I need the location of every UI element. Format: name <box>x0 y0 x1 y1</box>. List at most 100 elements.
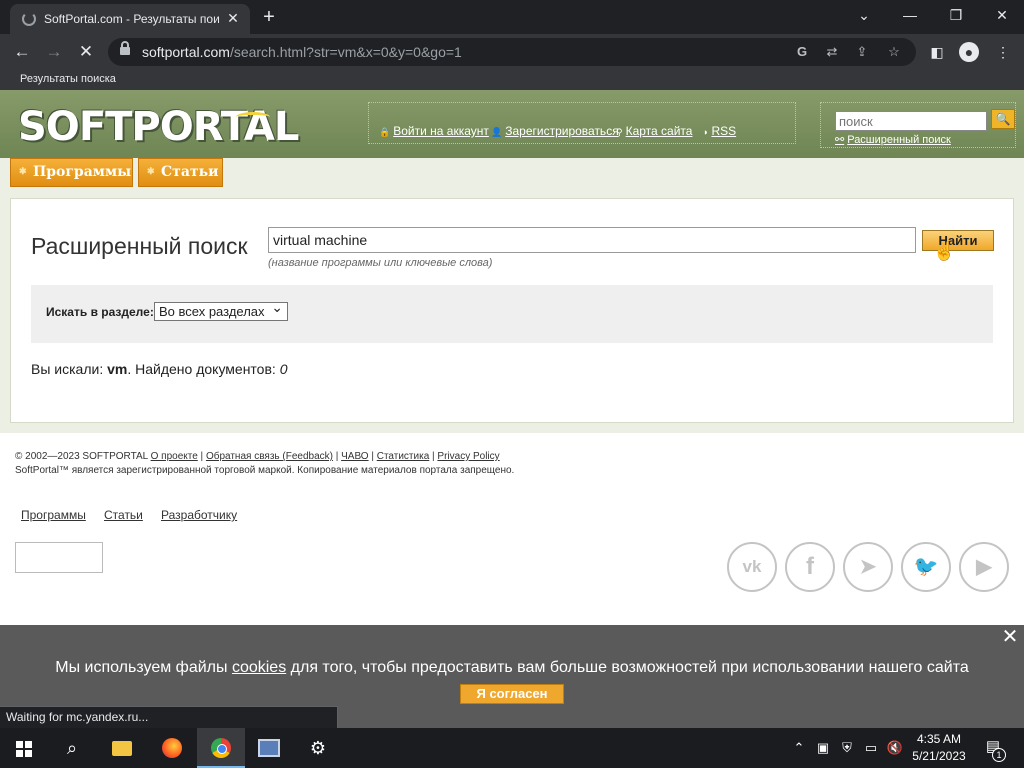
tray-app-icon[interactable]: ▣ <box>814 738 832 758</box>
result-query: vm <box>107 361 128 377</box>
logo-mark: T <box>265 134 270 143</box>
chrome-icon <box>211 738 231 758</box>
cookie-text: Мы используем файлы cookies для того, чт… <box>55 659 969 676</box>
side-panel-icon[interactable]: ◧ <box>926 41 948 63</box>
share-icon[interactable]: ⇪ <box>852 42 872 62</box>
section-select-value: Во всех разделах <box>159 304 265 319</box>
cookie-agree-button[interactable]: Я согласен <box>460 684 564 704</box>
stop-loading-button[interactable]: ✕ <box>74 40 98 64</box>
search-panel: Расширенный поиск (название программы ил… <box>10 198 1014 423</box>
magnifier-icon[interactable]: 🔍 <box>991 109 1015 129</box>
rss-icon: ◗ <box>703 127 709 137</box>
cookie-close-icon[interactable]: ✕ <box>1000 627 1020 647</box>
bookmark-item[interactable]: Результаты поиска <box>20 73 116 85</box>
register-link[interactable]: 👤 Зарегистрироваться <box>491 124 619 138</box>
browser-tab-bar: SoftPortal.com - Результаты пои ✕ + ⌄ — … <box>0 0 1024 34</box>
vk-icon[interactable]: vk <box>727 542 777 592</box>
google-lens-icon[interactable]: G <box>792 42 812 62</box>
counter-image[interactable] <box>15 542 103 573</box>
security-shield-icon[interactable]: ⛨ <box>838 738 856 758</box>
sitemap-link[interactable]: ⚲ Карта сайта <box>616 124 692 138</box>
gear-icon: ⚙ <box>309 738 327 758</box>
site-logo[interactable]: SOFTPORTAL <box>18 104 299 150</box>
twitter-icon[interactable]: 🐦 <box>901 542 951 592</box>
profile-avatar-icon[interactable]: ● <box>959 42 979 62</box>
header-search: 🔍 ⚯Расширенный поиск <box>820 102 1016 148</box>
section-select[interactable]: Во всех разделах <box>154 299 288 321</box>
firefox-icon <box>162 738 182 758</box>
advanced-search-link[interactable]: ⚯ Расширенный поиск <box>835 133 951 146</box>
binoculars-icon: ⚯ <box>835 134 845 146</box>
telegram-icon[interactable]: ➤ <box>843 542 893 592</box>
tab-close-icon[interactable]: ✕ <box>224 9 242 27</box>
loading-spinner-icon <box>22 12 36 26</box>
clock-time: 4:35 AM <box>916 732 962 746</box>
footer-articles-link[interactable]: Статьи <box>104 508 143 522</box>
virtualbox-icon <box>258 739 280 757</box>
nav-programs-button[interactable]: Программы <box>10 158 133 187</box>
bookmark-bar: Результаты поиска <box>0 70 1024 90</box>
footer-copyright: © 2002—2023 SOFTPORTAL О проекте | Обрат… <box>15 451 500 462</box>
site-header: SOFTPORTAL T 🔒 Войти на аккаунт 👤 Зарегист… <box>0 90 1024 158</box>
folder-icon <box>112 741 132 756</box>
address-bar[interactable]: softportal.com/search.html?str=vm&x=0&y=… <box>108 38 916 66</box>
footer-stats-link[interactable]: Статистика <box>377 451 430 462</box>
file-explorer-button[interactable] <box>98 728 146 768</box>
back-button[interactable]: ← <box>10 40 34 64</box>
rss-link[interactable]: ◗ RSS <box>703 124 736 138</box>
start-button[interactable] <box>0 728 48 768</box>
menu-kebab-icon[interactable]: ⋮ <box>992 41 1014 63</box>
restore-button[interactable]: ❐ <box>942 4 970 26</box>
firefox-button[interactable] <box>148 728 196 768</box>
search-icon[interactable]: ⌕ <box>48 728 96 768</box>
browser-tab[interactable]: SoftPortal.com - Результаты пои ✕ <box>10 4 250 34</box>
volume-muted-icon[interactable]: 🔇 <box>886 738 904 758</box>
forward-button[interactable]: → <box>42 40 66 64</box>
sitemap-icon: ⚲ <box>616 127 623 137</box>
taskbar-clock[interactable]: 4:35 AM 5/21/2023 <box>906 731 972 765</box>
footer-about-link[interactable]: О проекте <box>151 451 198 462</box>
virtualbox-button[interactable] <box>245 728 293 768</box>
url-text: softportal.com/search.html?str=vm&x=0&y=… <box>142 44 462 60</box>
footer-programs-link[interactable]: Программы <box>21 508 86 522</box>
search-query-input[interactable] <box>268 227 916 253</box>
section-label: Искать в разделе: <box>46 305 154 319</box>
tab-search-icon[interactable]: ⌄ <box>850 4 878 26</box>
input-hint: (название программы или ключевые слова) <box>268 257 493 269</box>
settings-button[interactable]: ⚙ <box>294 728 342 768</box>
network-icon[interactable]: ▭ <box>862 738 880 758</box>
chrome-button[interactable] <box>197 728 245 768</box>
minimize-button[interactable]: — <box>896 4 924 26</box>
login-link[interactable]: 🔒 Войти на аккаунт <box>379 124 489 138</box>
windows-logo-icon <box>16 741 32 757</box>
clock-date: 5/21/2023 <box>912 749 966 763</box>
footer-privacy-link[interactable]: Privacy Policy <box>437 451 499 462</box>
footer-feedback-link[interactable]: Обратная связь (Feedback) <box>206 451 333 462</box>
translate-icon[interactable]: ⇄ <box>822 42 842 62</box>
tab-title: SoftPortal.com - Результаты пои <box>44 12 220 26</box>
section-filter: Искать в разделе: Во всех разделах <box>31 285 993 343</box>
bookmark-star-icon[interactable]: ☆ <box>884 42 904 62</box>
main-nav: Программы Статьи <box>0 158 1024 188</box>
footer-developer-link[interactable]: Разработчику <box>161 508 237 522</box>
youtube-icon[interactable]: ▶ <box>959 542 1009 592</box>
browser-toolbar: ← → ✕ softportal.com/search.html?str=vm&… <box>0 34 1024 70</box>
cookies-link[interactable]: cookies <box>232 659 286 676</box>
header-links: 🔒 Войти на аккаунт 👤 Зарегистрироваться ⚲ К… <box>368 102 796 144</box>
footer-trademark: SoftPortal™ является зарегистрированной … <box>15 465 515 476</box>
footer-faq-link[interactable]: ЧАВО <box>341 451 368 462</box>
windows-taskbar: ⌕ ⚙ ⌃ ▣ ⛨ ▭ 🔇 4:35 AM 5/21/2023 ▤ 1 <box>0 728 1024 768</box>
new-tab-button[interactable]: + <box>258 6 280 28</box>
close-window-button[interactable]: ✕ <box>988 4 1016 26</box>
browser-status-bar: Waiting for mc.yandex.ru... <box>0 706 338 728</box>
logo-wing-icon <box>236 112 270 122</box>
search-results-summary: Вы искали: vm. Найдено документов: 0 <box>31 361 288 377</box>
lock-icon[interactable] <box>120 41 130 55</box>
header-search-input[interactable] <box>835 111 987 131</box>
hand-cursor-icon: ☝ <box>933 241 956 261</box>
result-count: 0 <box>279 361 288 377</box>
tray-chevron-icon[interactable]: ⌃ <box>790 738 808 758</box>
lock-icon: 🔒 <box>379 127 391 137</box>
nav-articles-button[interactable]: Статьи <box>138 158 223 187</box>
facebook-icon[interactable]: f <box>785 542 835 592</box>
